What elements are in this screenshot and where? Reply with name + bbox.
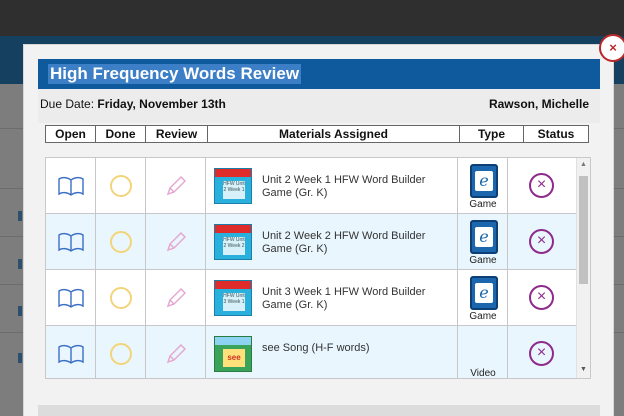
game-thumbnail[interactable]: HFW Unit 3 Week 1 xyxy=(214,280,252,316)
status-cell: × xyxy=(508,326,576,378)
thumbnail-strip xyxy=(215,225,251,233)
done-cell xyxy=(96,214,146,269)
review-cell xyxy=(146,214,206,269)
open-cell xyxy=(46,214,96,269)
status-cell: × xyxy=(508,158,576,213)
type-cell: e Game xyxy=(458,158,508,213)
review-cell xyxy=(146,158,206,213)
assignment-modal: High Frequency Words Review Due Date: Fr… xyxy=(23,44,614,416)
done-circle-icon[interactable] xyxy=(110,287,132,309)
thumbnail-text: HFW Unit 3 Week 1 xyxy=(223,293,245,311)
remove-icon[interactable]: × xyxy=(529,229,554,254)
status-cell: × xyxy=(508,270,576,325)
type-cell: e Game xyxy=(458,214,508,269)
column-header-done: Done xyxy=(96,126,146,142)
thumbnail-text: HFW Unit 2 Week 2 xyxy=(223,237,245,255)
done-circle-icon[interactable] xyxy=(110,231,132,253)
open-book-icon[interactable] xyxy=(58,288,84,308)
remove-icon[interactable]: × xyxy=(529,285,554,310)
due-date-value: Friday, November 13th xyxy=(97,97,226,111)
remove-icon[interactable]: × xyxy=(529,341,554,366)
ebook-e-icon: e xyxy=(470,276,498,310)
open-book-icon[interactable] xyxy=(58,176,84,196)
ebook-e-icon: e xyxy=(470,164,498,198)
material-cell: HFW Unit 3 Week 1 Unit 3 Week 1 HFW Word… xyxy=(206,270,458,325)
status-cell: × xyxy=(508,214,576,269)
column-header-type: Type xyxy=(460,126,524,142)
open-cell xyxy=(46,270,96,325)
game-thumbnail[interactable]: HFW Unit 2 Week 2 xyxy=(214,224,252,260)
list-scrollbar[interactable]: ▲ ▼ xyxy=(576,158,590,378)
thumbnail-strip xyxy=(215,281,251,289)
open-cell xyxy=(46,158,96,213)
scroll-thumb[interactable] xyxy=(579,176,588,284)
thumbnail-text: HFW Unit 2 Week 1 xyxy=(223,181,245,199)
due-date: Due Date: Friday, November 13th xyxy=(40,97,226,111)
type-label: Game xyxy=(469,199,497,210)
material-cell: see see Song (H-F words) xyxy=(206,326,458,378)
table-row: see see Song (H-F words) Video × xyxy=(46,326,576,379)
e-glyph: e xyxy=(475,227,493,247)
open-cell xyxy=(46,326,96,378)
type-label: Game xyxy=(469,255,497,266)
e-glyph: e xyxy=(475,283,493,303)
material-cell: HFW Unit 2 Week 2 Unit 2 Week 2 HFW Word… xyxy=(206,214,458,269)
due-date-label: Due Date: xyxy=(40,97,98,111)
thumbnail-strip xyxy=(215,169,251,177)
done-cell xyxy=(96,158,146,213)
done-circle-icon[interactable] xyxy=(110,175,132,197)
column-header-open: Open xyxy=(46,126,96,142)
pencil-icon[interactable] xyxy=(165,343,187,365)
type-label: Video xyxy=(470,368,496,379)
modal-title-bar: High Frequency Words Review xyxy=(38,59,600,89)
done-cell xyxy=(96,326,146,378)
type-cell: e Game xyxy=(458,270,508,325)
table-row: HFW Unit 3 Week 1 Unit 3 Week 1 HFW Word… xyxy=(46,270,576,326)
column-header-materials: Materials Assigned xyxy=(208,126,460,142)
materials-list: HFW Unit 2 Week 1 Unit 2 Week 1 HFW Word… xyxy=(45,157,591,379)
student-name: Rawson, Michelle xyxy=(488,97,589,111)
bg-left-mark xyxy=(18,353,22,363)
thumbnail-text: see xyxy=(223,349,245,367)
modal-title: High Frequency Words Review xyxy=(48,64,302,84)
material-title-link[interactable]: Unit 2 Week 1 HFW Word Builder Game (Gr.… xyxy=(262,174,452,200)
type-cell: Video xyxy=(458,326,508,379)
table-header: Open Done Review Materials Assigned Type… xyxy=(45,125,589,143)
thumbnail-strip xyxy=(215,337,251,345)
open-book-icon[interactable] xyxy=(58,344,84,364)
pencil-icon[interactable] xyxy=(165,175,187,197)
song-thumbnail[interactable]: see xyxy=(214,336,252,372)
material-title-link[interactable]: Unit 2 Week 2 HFW Word Builder Game (Gr.… xyxy=(262,230,452,256)
type-label: Game xyxy=(469,311,497,322)
pencil-icon[interactable] xyxy=(165,231,187,253)
table-row: HFW Unit 2 Week 1 Unit 2 Week 1 HFW Word… xyxy=(46,158,576,214)
ebook-e-icon: e xyxy=(470,220,498,254)
scroll-up-arrow-icon[interactable]: ▲ xyxy=(580,161,587,168)
column-header-status: Status xyxy=(537,127,575,141)
table-row: HFW Unit 2 Week 2 Unit 2 Week 2 HFW Word… xyxy=(46,214,576,270)
column-header-review: Review xyxy=(146,126,208,142)
scroll-down-arrow-icon[interactable]: ▼ xyxy=(580,366,587,373)
bg-left-mark xyxy=(18,306,22,316)
review-cell xyxy=(146,270,206,325)
done-cell xyxy=(96,270,146,325)
done-circle-icon[interactable] xyxy=(110,343,132,365)
game-thumbnail[interactable]: HFW Unit 2 Week 1 xyxy=(214,168,252,204)
e-glyph: e xyxy=(475,171,493,191)
close-modal-button[interactable]: × xyxy=(599,34,624,62)
review-cell xyxy=(146,326,206,378)
bg-left-mark xyxy=(18,259,22,269)
material-title-link[interactable]: Unit 3 Week 1 HFW Word Builder Game (Gr.… xyxy=(262,286,452,312)
pencil-icon[interactable] xyxy=(165,287,187,309)
modal-footer xyxy=(38,405,600,416)
open-book-icon[interactable] xyxy=(58,232,84,252)
material-title-link[interactable]: see Song (H-F words) xyxy=(262,342,452,355)
app-top-bar xyxy=(0,0,624,36)
material-cell: HFW Unit 2 Week 1 Unit 2 Week 1 HFW Word… xyxy=(206,158,458,213)
bg-left-mark xyxy=(18,211,22,221)
remove-icon[interactable]: × xyxy=(529,173,554,198)
